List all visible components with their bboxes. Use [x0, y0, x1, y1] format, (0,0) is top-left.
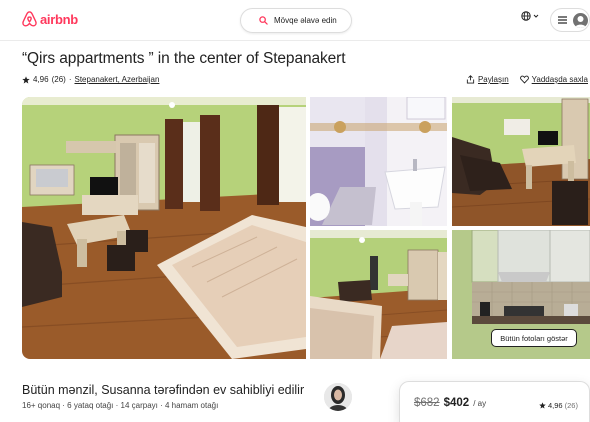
booking-card: $682 $402 / ay 4,96 (26)	[399, 381, 590, 422]
hamburger-icon	[558, 16, 567, 24]
photo-living-room[interactable]	[452, 97, 590, 226]
share-button[interactable]: Paylaşın	[466, 75, 509, 84]
show-all-photos-button[interactable]: Bütün fotoları göstər	[491, 329, 577, 347]
listing-details: 16+ qonaq · 6 yataq otağı · 14 çarpayı ·…	[22, 401, 219, 410]
listing-meta: 4,96 (26) · Stepanakert, Azerbaijan	[22, 75, 159, 84]
price-row: $682 $402 / ay	[414, 397, 486, 409]
card-rating-value: 4,96	[548, 401, 563, 410]
listing-actions: Paylaşın Yaddaşda saxla	[466, 75, 588, 84]
star-icon	[22, 75, 30, 83]
top-header: airbnb Mövqe əlavə edin	[0, 0, 590, 41]
language-button[interactable]	[521, 11, 539, 21]
user-menu-button[interactable]	[550, 8, 590, 32]
review-count[interactable]: (26)	[52, 75, 66, 84]
globe-icon	[521, 11, 531, 21]
share-label: Paylaşın	[477, 75, 509, 84]
logo-text: airbnb	[40, 11, 78, 27]
airbnb-logo-icon	[22, 11, 37, 27]
card-rating: 4,96 (26)	[539, 401, 578, 410]
user-avatar-icon	[573, 12, 588, 28]
search-icon	[259, 16, 268, 25]
search-bar[interactable]: Mövqe əlavə edin	[240, 8, 352, 33]
photo-main-bedroom[interactable]	[22, 97, 306, 359]
photo-bathroom-sink[interactable]	[310, 97, 447, 226]
photo-bedroom-wide[interactable]	[310, 230, 447, 359]
meta-separator: ·	[68, 75, 72, 84]
location-link[interactable]: Stepanakert, Azerbaijan	[74, 75, 159, 84]
photo-gallery: Bütün fotoları göstər	[22, 97, 590, 359]
card-review-count[interactable]: (26)	[565, 401, 578, 410]
chevron-down-icon	[533, 14, 539, 18]
share-icon	[466, 75, 475, 84]
listing-title: “Qirs appartments ” in the center of Ste…	[22, 50, 346, 67]
host-title: Bütün mənzil, Susanna tərəfindən ev sahi…	[22, 383, 305, 397]
heart-icon	[519, 75, 529, 84]
show-all-photos-label: Bütün fotoları göstər	[500, 333, 568, 343]
price-period: / ay	[473, 399, 487, 408]
discounted-price: $402	[443, 397, 470, 409]
airbnb-logo[interactable]: airbnb	[22, 11, 78, 27]
original-price: $682	[414, 397, 440, 409]
save-button[interactable]: Yaddaşda saxla	[519, 75, 588, 84]
rating-value: 4,96	[33, 75, 49, 84]
host-avatar[interactable]	[324, 383, 352, 411]
search-placeholder: Mövqe əlavə edin	[274, 16, 337, 25]
star-icon	[539, 402, 546, 409]
save-label: Yaddaşda saxla	[531, 75, 588, 84]
